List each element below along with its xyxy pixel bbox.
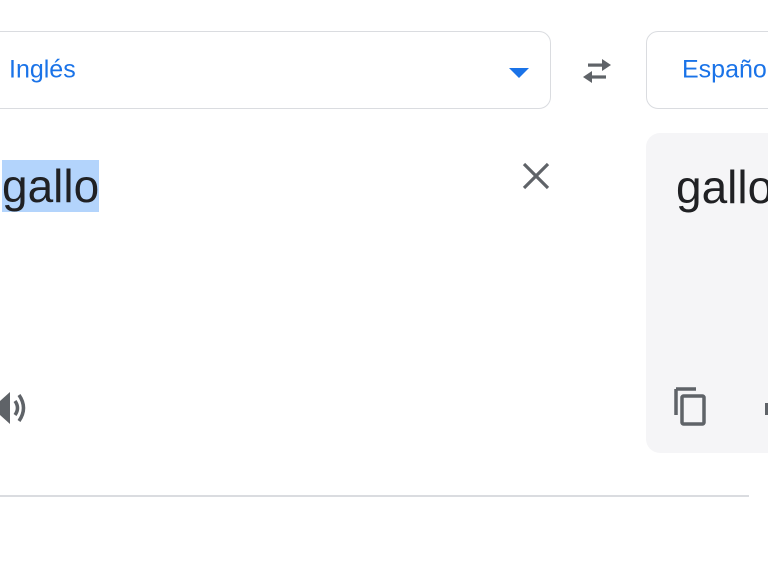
copy-icon xyxy=(674,387,706,426)
target-language-select[interactable]: Españo xyxy=(646,31,768,109)
divider xyxy=(0,495,749,497)
target-language-label: Españo xyxy=(682,55,767,84)
clear-source-button[interactable] xyxy=(512,152,560,200)
source-language-label: Inglés xyxy=(9,55,76,84)
chevron-down-icon[interactable] xyxy=(509,68,529,78)
close-icon xyxy=(522,162,550,190)
swap-arrows-icon xyxy=(583,59,611,83)
translate-panel: Inglés Españo gallo gallo xyxy=(0,0,768,576)
source-language-select[interactable]: Inglés xyxy=(0,31,551,109)
source-text-selection: gallo xyxy=(2,160,100,212)
swap-languages-button[interactable] xyxy=(570,44,624,98)
source-text-input[interactable]: gallo xyxy=(2,152,100,220)
copy-translation-button[interactable] xyxy=(666,383,714,431)
listen-source-button[interactable] xyxy=(0,386,38,430)
translation-output-panel: gallo xyxy=(646,133,768,453)
share-icon[interactable] xyxy=(762,397,768,419)
translation-text: gallo xyxy=(676,161,768,213)
speaker-icon xyxy=(0,392,26,424)
